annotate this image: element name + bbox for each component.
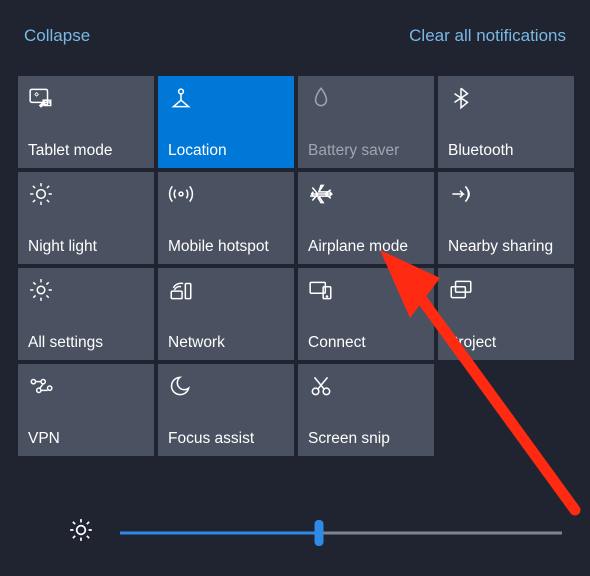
brightness-icon [68,517,94,548]
action-center-header: Collapse Clear all notifications [18,26,572,46]
tile-label: Nearby sharing [448,238,564,255]
tile-label: Airplane mode [308,238,424,255]
tile-project[interactable]: Project [438,268,574,360]
tile-vpn[interactable]: VPN [18,364,154,456]
quick-actions-grid: Tablet mode Location Battery saver Bluet… [18,76,572,456]
collapse-link[interactable]: Collapse [24,26,90,46]
tablet-mode-icon [28,84,144,112]
tile-night-light[interactable]: Night light [18,172,154,264]
tile-label: Battery saver [308,142,424,159]
tile-label: Network [168,334,284,351]
network-icon [168,276,284,304]
tile-airplane-mode[interactable]: Airplane mode [298,172,434,264]
project-icon [448,276,564,304]
tile-label: Focus assist [168,430,284,447]
tile-label: Mobile hotspot [168,238,284,255]
focus-assist-icon [168,372,284,400]
brightness-slider[interactable] [120,521,562,545]
tile-screen-snip[interactable]: Screen snip [298,364,434,456]
brightness-row [0,517,590,548]
tile-label: Night light [28,238,144,255]
tile-label: Connect [308,334,424,351]
screen-snip-icon [308,372,424,400]
mobile-hotspot-icon [168,180,284,208]
tile-label: All settings [28,334,144,351]
tile-location[interactable]: Location [158,76,294,168]
connect-icon [308,276,424,304]
airplane-icon [308,180,424,208]
tile-battery-saver[interactable]: Battery saver [298,76,434,168]
tile-network[interactable]: Network [158,268,294,360]
tile-focus-assist[interactable]: Focus assist [158,364,294,456]
tile-bluetooth[interactable]: Bluetooth [438,76,574,168]
nearby-sharing-icon [448,180,564,208]
tile-all-settings[interactable]: All settings [18,268,154,360]
location-icon [168,84,284,112]
clear-notifications-link[interactable]: Clear all notifications [409,26,566,46]
tile-label: Location [168,142,284,159]
tile-nearby-sharing[interactable]: Nearby sharing [438,172,574,264]
settings-gear-icon [28,276,144,304]
battery-saver-icon [308,84,424,112]
tile-label: VPN [28,430,144,447]
tile-label: Bluetooth [448,142,564,159]
tile-label: Project [448,334,564,351]
tile-connect[interactable]: Connect [298,268,434,360]
tile-label: Screen snip [308,430,424,447]
vpn-icon [28,372,144,400]
bluetooth-icon [448,84,564,112]
tile-tablet-mode[interactable]: Tablet mode [18,76,154,168]
tile-label: Tablet mode [28,142,144,159]
tile-mobile-hotspot[interactable]: Mobile hotspot [158,172,294,264]
night-light-icon [28,180,144,208]
